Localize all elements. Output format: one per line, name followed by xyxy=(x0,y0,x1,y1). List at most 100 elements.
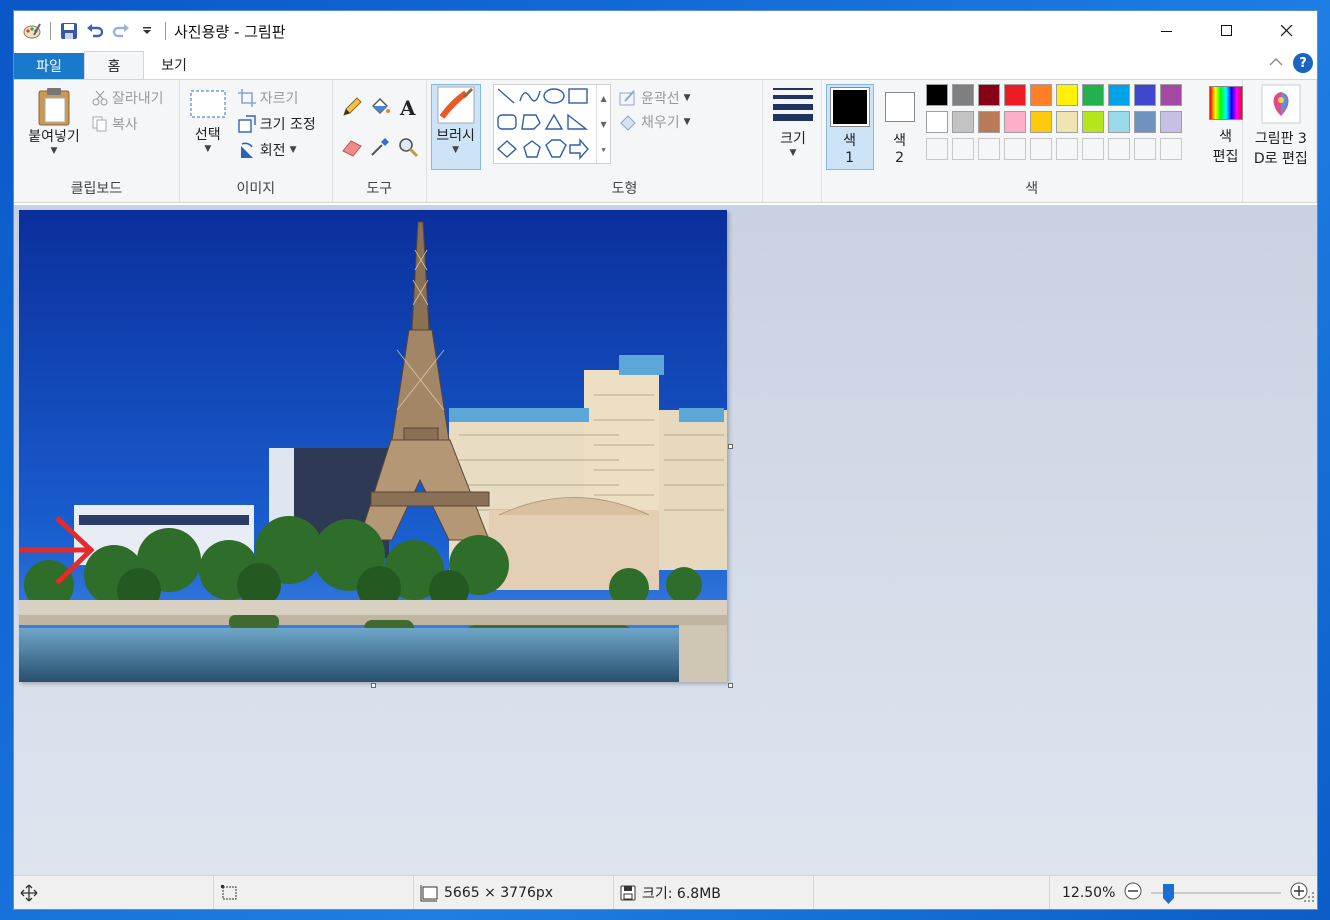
rotate-button[interactable]: 회전 ▼ xyxy=(238,140,296,160)
zoom-slider[interactable] xyxy=(1151,883,1282,904)
palette-swatch[interactable] xyxy=(1003,84,1026,106)
fill-bucket-icon[interactable] xyxy=(369,96,397,122)
tab-file[interactable]: 파일 xyxy=(14,53,84,79)
collapse-ribbon-icon[interactable] xyxy=(1269,55,1283,71)
paste-button[interactable]: 붙여넣기 ▼ xyxy=(22,86,86,156)
custom-color-slot[interactable] xyxy=(1081,138,1104,160)
gallery-scroll-down-icon[interactable]: ▼ xyxy=(600,120,606,129)
paint3d-icon xyxy=(1261,84,1301,124)
custom-color-slot[interactable] xyxy=(977,138,1000,160)
color1-button[interactable]: 색 1 xyxy=(825,84,874,170)
resize-handle-bottom[interactable] xyxy=(371,683,376,688)
chevron-down-icon: ▼ xyxy=(683,117,691,127)
palette-swatch[interactable] xyxy=(1081,111,1104,133)
custom-color-slot[interactable] xyxy=(951,138,974,160)
custom-color-slot[interactable] xyxy=(1055,138,1078,160)
help-icon[interactable]: ? xyxy=(1293,53,1313,73)
clipboard-group: 붙여넣기 ▼ 잘라내기 복사 클립보드 xyxy=(14,80,180,202)
brushes-button[interactable]: 브러시 ▼ xyxy=(430,84,481,170)
color-picker-icon[interactable] xyxy=(369,136,397,162)
gallery-expand-icon[interactable]: ⯆ xyxy=(600,146,606,156)
rotate-icon xyxy=(240,142,253,158)
select-button[interactable]: 선택 ▼ xyxy=(188,90,228,154)
palette-swatch[interactable] xyxy=(1029,111,1052,133)
zoom-out-button[interactable] xyxy=(1123,881,1143,905)
window-title: 사진용량 - 그림판 xyxy=(174,22,286,41)
palette-swatch[interactable] xyxy=(1107,84,1130,106)
palette-swatch[interactable] xyxy=(1133,84,1156,106)
palette-swatch[interactable] xyxy=(1029,84,1052,106)
resize-handle-right[interactable] xyxy=(728,444,733,449)
custom-color-slot[interactable] xyxy=(1003,138,1026,160)
custom-color-slot[interactable] xyxy=(1107,138,1130,160)
chevron-down-icon: ▼ xyxy=(683,93,691,103)
edit-with-paint3d-button[interactable]: 그림판 3 D로 편집 xyxy=(1245,84,1317,168)
zoom-level: 12.50% xyxy=(1062,885,1116,901)
shapes-group: ▲ ▼ ⯆ 윤곽선 ▼ 채우기 ▼ 도형 xyxy=(487,80,764,202)
resize-icon xyxy=(238,115,256,133)
line-width-icon xyxy=(773,88,814,121)
palette-swatch[interactable] xyxy=(1055,111,1078,133)
palette-swatch[interactable] xyxy=(1055,84,1078,106)
paste-icon xyxy=(38,88,70,126)
disk-icon xyxy=(620,885,636,901)
copy-button[interactable]: 복사 xyxy=(92,114,138,134)
save-icon[interactable] xyxy=(59,21,79,41)
cursor-position-cell xyxy=(14,876,214,909)
close-button[interactable] xyxy=(1257,11,1317,51)
palette-swatch[interactable] xyxy=(1133,111,1156,133)
paris-las-vegas-photo xyxy=(19,210,727,682)
cut-button[interactable]: 잘라내기 xyxy=(92,88,164,108)
color2-button[interactable]: 색 2 xyxy=(878,84,922,166)
palette-swatch[interactable] xyxy=(1159,84,1182,106)
fill-button[interactable]: 채우기 ▼ xyxy=(619,112,691,132)
size-button[interactable]: 크기 ▼ xyxy=(771,86,815,158)
palette-swatch[interactable] xyxy=(1081,84,1104,106)
custom-color-slot[interactable] xyxy=(1133,138,1156,160)
redo-icon[interactable] xyxy=(111,21,131,41)
rainbow-icon xyxy=(1208,86,1243,120)
gallery-scroll-up-icon[interactable]: ▲ xyxy=(600,94,606,103)
crop-button[interactable]: 자르기 xyxy=(237,88,298,108)
divider xyxy=(165,22,166,40)
magnifier-icon[interactable] xyxy=(397,136,425,162)
palette-swatch[interactable] xyxy=(951,84,974,106)
resize-grip-icon[interactable] xyxy=(1303,891,1315,907)
eraser-icon[interactable] xyxy=(341,136,369,162)
resize-handle-corner[interactable] xyxy=(728,683,733,688)
status-bar: 5665 × 3776px 크기: 6.8MB 12.50% xyxy=(14,875,1317,909)
tab-view[interactable]: 보기 xyxy=(144,51,204,79)
maximize-button[interactable] xyxy=(1197,11,1257,51)
resize-button[interactable]: 크기 조정 xyxy=(238,114,316,134)
palette-swatch[interactable] xyxy=(925,111,948,133)
palette-swatch[interactable] xyxy=(977,84,1000,106)
palette-swatch[interactable] xyxy=(1107,111,1130,133)
customize-toolbar-dropdown[interactable] xyxy=(137,21,157,41)
edit-colors-button[interactable]: 색 편집 xyxy=(1204,84,1248,166)
file-size: 크기: 6.8MB xyxy=(642,886,721,902)
palette-swatch[interactable] xyxy=(951,111,974,133)
undo-icon[interactable] xyxy=(85,21,105,41)
tools-group: A 도구 xyxy=(333,80,427,202)
ribbon: 붙여넣기 ▼ 잘라내기 복사 클립보드 선택 ▼ 자르기 크기 조정 회전 ▼ … xyxy=(14,79,1317,203)
custom-color-slot[interactable] xyxy=(925,138,948,160)
palette-swatch[interactable] xyxy=(977,111,1000,133)
text-tool-icon[interactable]: A xyxy=(397,96,425,122)
paste-label: 붙여넣기 xyxy=(28,129,80,145)
scissors-icon xyxy=(92,90,108,106)
shapes-gallery[interactable]: ▲ ▼ ⯆ xyxy=(493,84,612,165)
minimize-button[interactable] xyxy=(1137,11,1197,51)
pencil-icon[interactable] xyxy=(341,96,369,122)
canvas-image[interactable] xyxy=(19,210,727,682)
outline-button[interactable]: 윤곽선 ▼ xyxy=(619,88,691,108)
custom-color-slot[interactable] xyxy=(1029,138,1052,160)
custom-color-slot[interactable] xyxy=(1159,138,1182,160)
paint-app-icon[interactable] xyxy=(22,21,42,41)
tab-home[interactable]: 홈 xyxy=(84,51,144,79)
zoom-slider-thumb[interactable] xyxy=(1163,884,1175,904)
palette-swatch[interactable] xyxy=(1159,111,1182,133)
brush-icon xyxy=(437,86,475,124)
palette-swatch[interactable] xyxy=(925,84,948,106)
palette-swatch[interactable] xyxy=(1003,111,1026,133)
image-size-icon xyxy=(420,885,438,902)
